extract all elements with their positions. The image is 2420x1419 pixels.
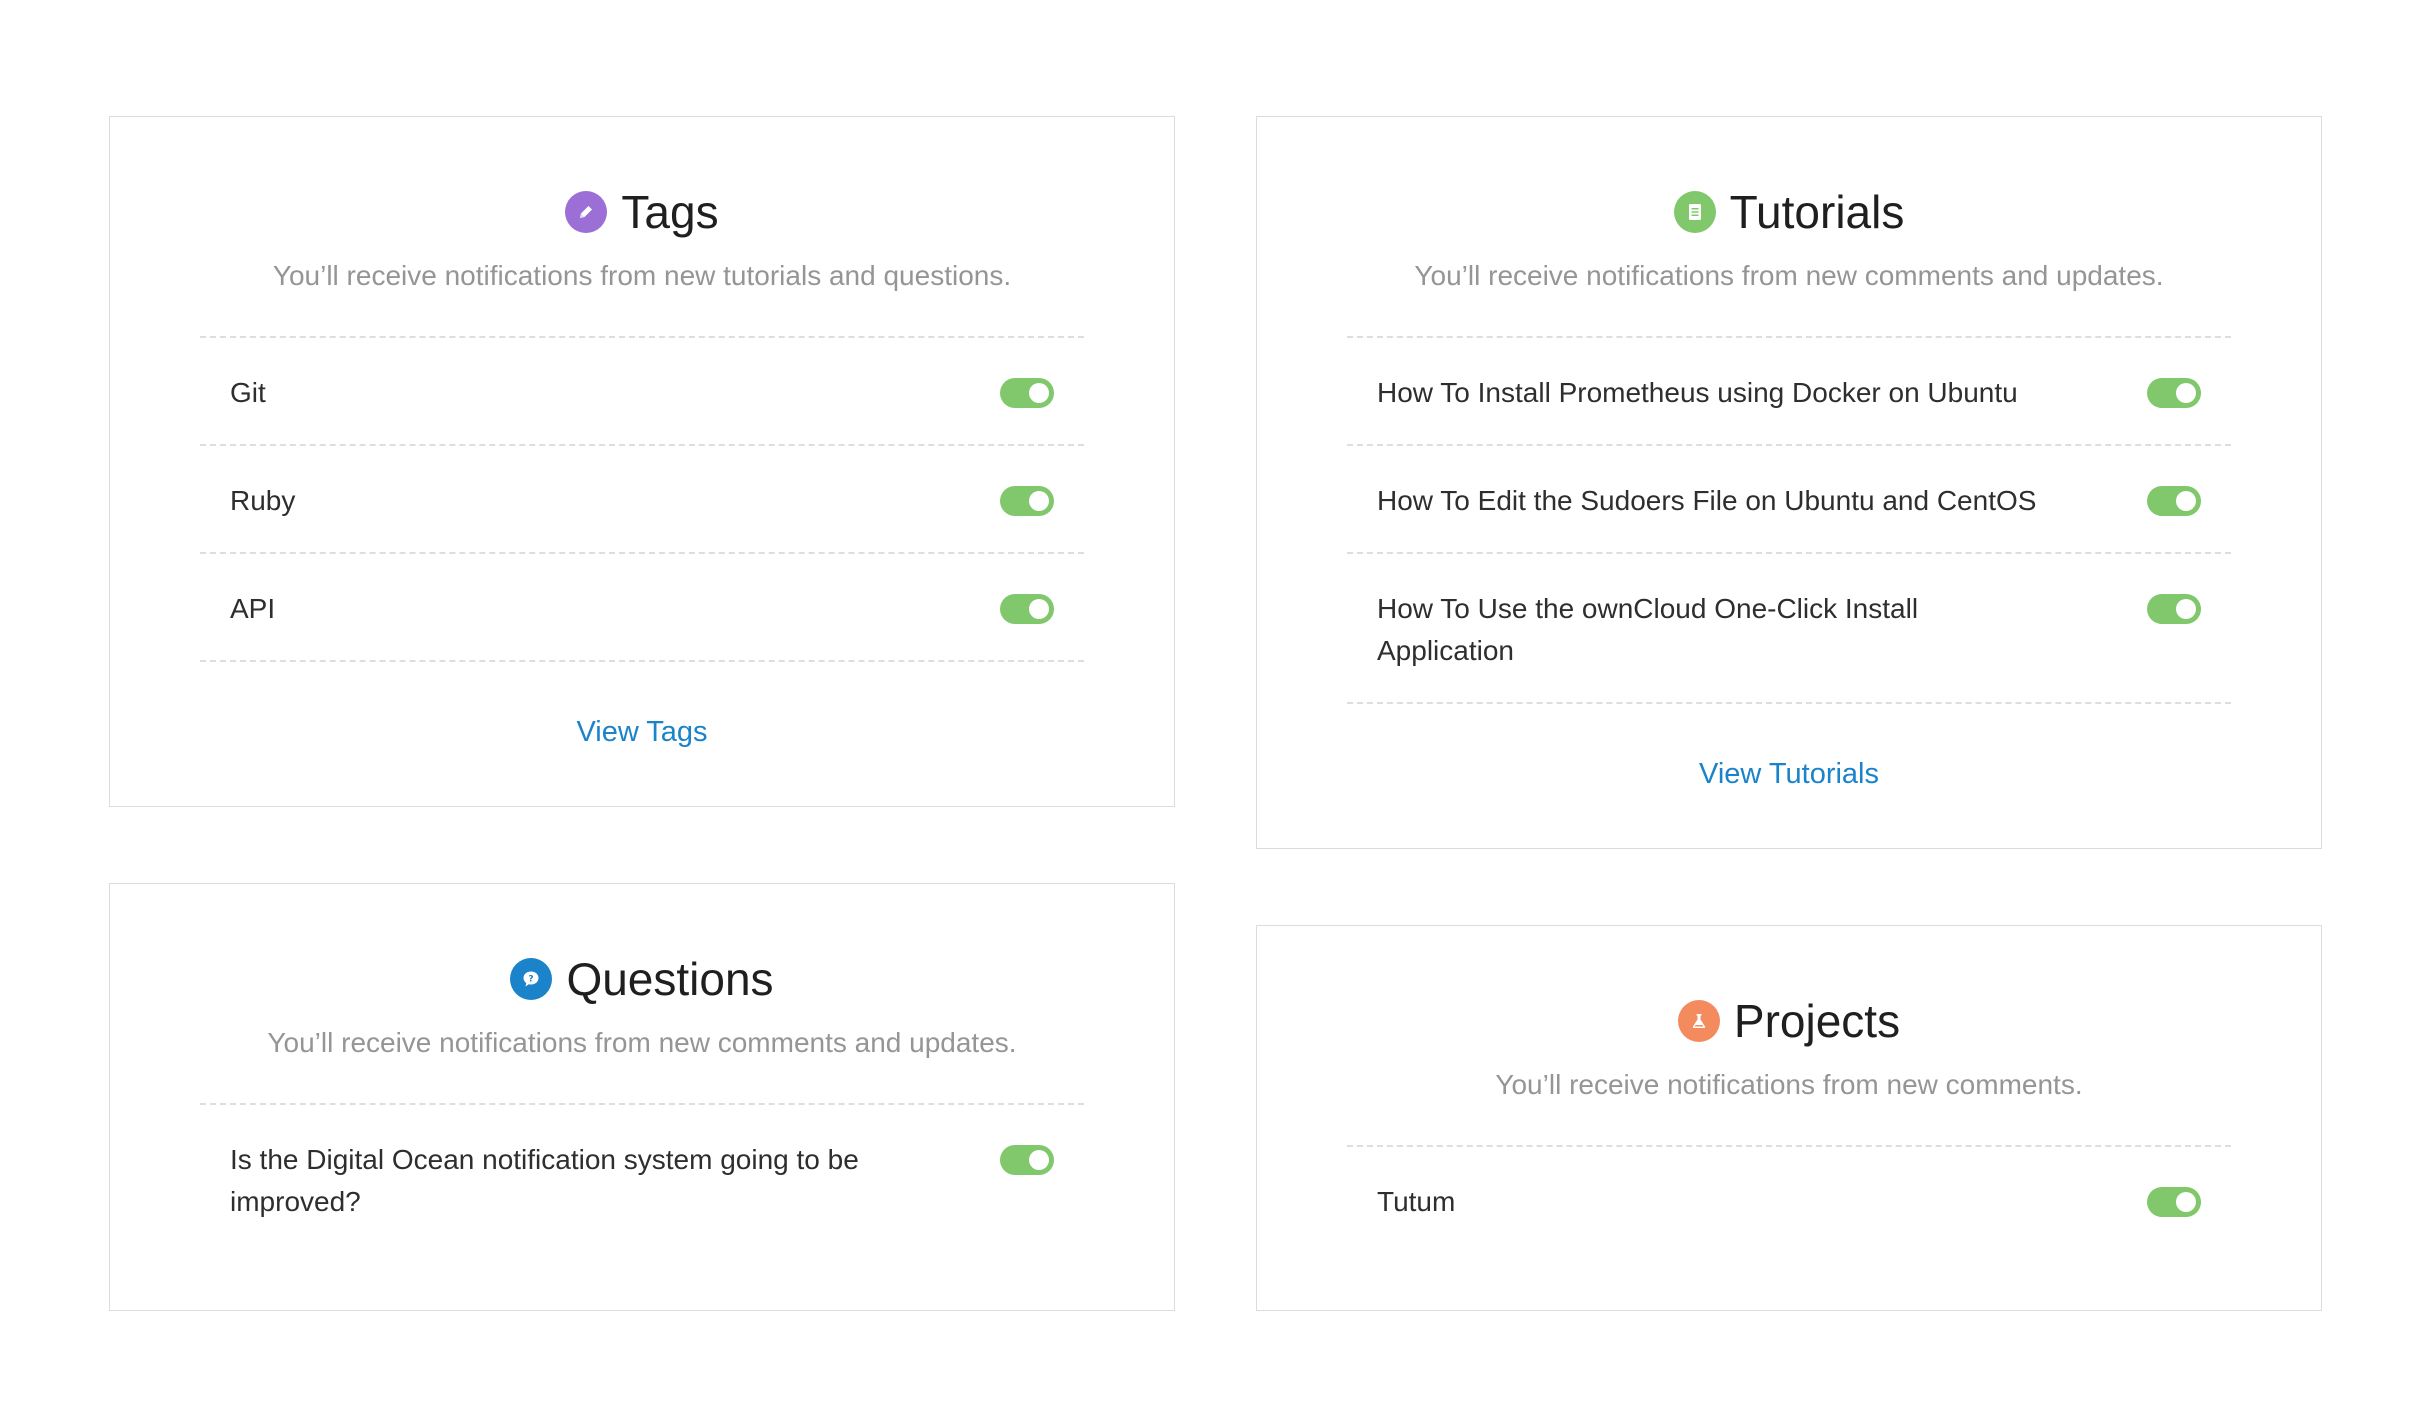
questions-subtitle: You’ll receive notifications from new co… [267,1027,1017,1058]
notification-toggle[interactable] [1000,378,1054,408]
notification-toggle[interactable] [2147,594,2201,624]
tutorials-list: How To Install Prometheus using Docker o… [1347,336,2231,704]
tags-subtitle: You’ll receive notifications from new tu… [272,260,1012,291]
tags-card-header: Tags [110,183,1174,241]
tutorials-card: Tutorials You’ll receive notifications f… [1256,116,2322,849]
toggle-knob [2176,491,2196,511]
tags-card: Tags You’ll receive notifications from n… [109,116,1175,807]
tags-title: Tags [621,186,719,238]
tutorial-label: How To Install Prometheus using Docker o… [1377,377,2018,408]
list-item: API [200,554,1084,662]
toggle-knob [2176,599,2196,619]
toggle-knob [1029,491,1049,511]
toggle-knob [2176,1192,2196,1212]
tags-list: Git Ruby API [200,336,1084,662]
question-label: Is the Digital Ocean notification system… [230,1144,859,1217]
document-icon [1673,191,1716,233]
pencil-icon [565,191,608,233]
list-item: How To Install Prometheus using Docker o… [1347,338,2231,446]
tutorials-card-header: Tutorials [1257,183,2321,241]
flask-icon [1677,1000,1720,1042]
questions-title: Questions [566,953,774,1005]
questions-card-header: ? Questions [110,950,1174,1008]
tag-label: Ruby [230,485,296,516]
toggle-knob [1029,383,1049,403]
view-tutorials-link[interactable]: View Tutorials [1257,754,2321,794]
tag-label: Git [230,377,266,408]
view-tags-link[interactable]: View Tags [110,712,1174,752]
tutorial-label: How To Edit the Sudoers File on Ubuntu a… [1377,485,2037,516]
toggle-knob [2176,383,2196,403]
notification-toggle[interactable] [1000,594,1054,624]
list-item: Tutum [1347,1147,2231,1253]
toggle-knob [1029,599,1049,619]
tag-label: API [230,593,276,624]
list-item: How To Use the ownCloud One-Click Instal… [1347,554,2231,704]
notification-toggle[interactable] [1000,1145,1054,1175]
tutorials-title: Tutorials [1729,186,1905,238]
notification-toggle[interactable] [2147,378,2201,408]
list-item: Git [200,338,1084,446]
notification-toggle[interactable] [1000,486,1054,516]
toggle-knob [1029,1150,1049,1170]
projects-card-header: Projects [1257,992,2321,1050]
tutorial-label: How To Use the ownCloud One-Click Instal… [1377,593,1919,666]
projects-card: Projects You’ll receive notifications fr… [1256,925,2322,1311]
question-icon: ? [510,958,553,1000]
projects-title: Projects [1733,995,1901,1047]
svg-text:?: ? [529,975,534,985]
project-label: Tutum [1377,1186,1456,1217]
projects-list: Tutum [1347,1145,2231,1253]
tutorials-subtitle: You’ll receive notifications from new co… [1414,260,2164,291]
list-item: Is the Digital Ocean notification system… [200,1105,1084,1253]
questions-list: Is the Digital Ocean notification system… [200,1103,1084,1253]
list-item: Ruby [200,446,1084,554]
questions-card: ? Questions You’ll receive notifications… [109,883,1175,1311]
notification-toggle[interactable] [2147,1187,2201,1217]
list-item: How To Edit the Sudoers File on Ubuntu a… [1347,446,2231,554]
notification-toggle[interactable] [2147,486,2201,516]
projects-subtitle: You’ll receive notifications from new co… [1495,1069,2083,1100]
